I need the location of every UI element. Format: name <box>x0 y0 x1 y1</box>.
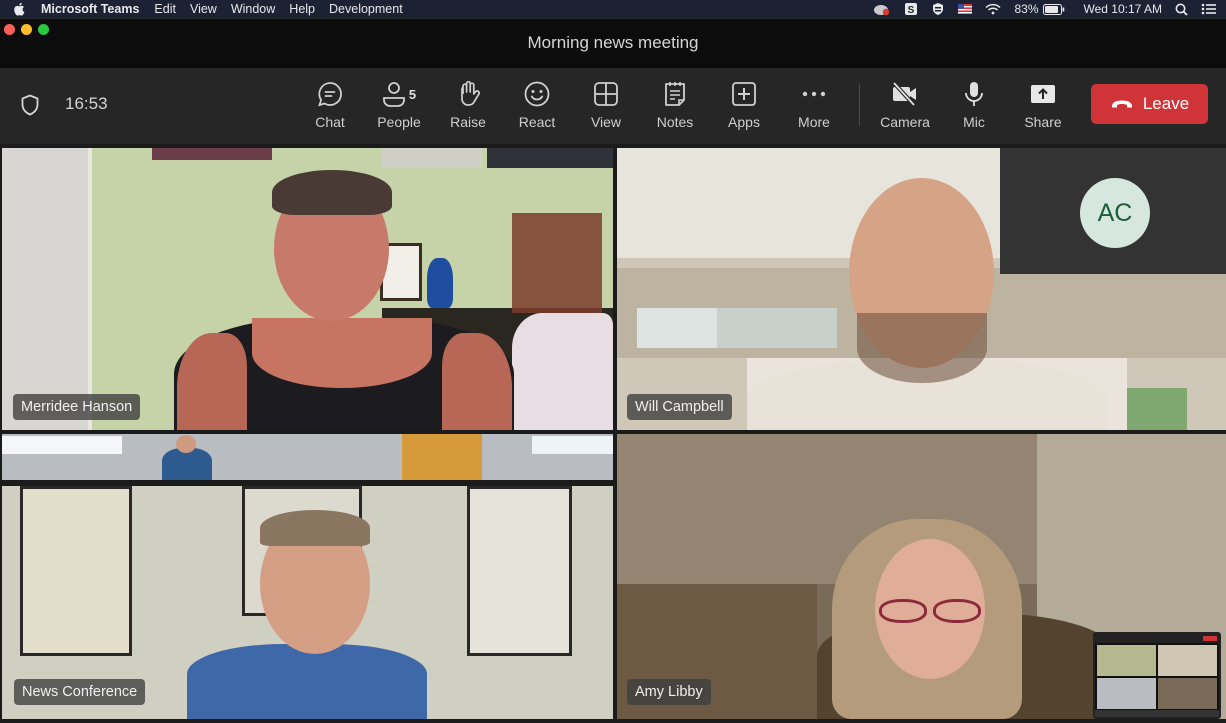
leave-button[interactable]: Leave <box>1091 84 1208 124</box>
camera-label: Camera <box>880 114 930 130</box>
self-avatar: AC <box>1080 178 1150 248</box>
smiley-icon <box>523 78 551 110</box>
video-stage: Merridee Hanson Will Campbell AC News Co… <box>0 144 1226 723</box>
people-count-badge: 5 <box>408 86 417 102</box>
s-app-icon[interactable]: S <box>904 2 918 16</box>
chat-icon <box>316 78 344 110</box>
share-screen-icon <box>1029 78 1057 110</box>
apps-button[interactable]: Apps <box>711 78 777 134</box>
video-tile-news-conference[interactable]: News Conference <box>2 434 613 719</box>
us-flag-icon[interactable] <box>958 4 973 14</box>
battery-icon <box>1042 3 1064 15</box>
notes-icon <box>663 78 687 110</box>
microphone-icon <box>963 78 985 110</box>
apple-logo-icon[interactable] <box>13 2 27 16</box>
door <box>2 148 90 430</box>
shield-icon[interactable] <box>20 94 40 121</box>
people-button[interactable]: 5 People <box>366 78 432 134</box>
view-label: View <box>590 114 622 130</box>
plus-square-icon <box>731 78 757 110</box>
menu-development[interactable]: Development <box>329 2 403 16</box>
view-button[interactable]: View <box>573 78 639 134</box>
battery-percent: 83% <box>1014 2 1039 16</box>
apps-label: Apps <box>728 114 760 130</box>
participant-name-tag: Will Campbell <box>627 394 732 420</box>
grid-icon <box>593 78 619 110</box>
video-tile-merridee-hanson[interactable]: Merridee Hanson <box>2 148 613 430</box>
control-center-icon[interactable] <box>1201 3 1216 15</box>
toolbar-divider <box>859 84 860 126</box>
creative-cloud-icon[interactable] <box>873 2 891 16</box>
menubar-clock[interactable]: Wed 10:17 AM <box>1084 2 1163 16</box>
meeting-title: Morning news meeting <box>527 33 699 52</box>
hand-icon <box>455 78 481 110</box>
menu-window[interactable]: Window <box>231 2 275 16</box>
menu-view[interactable]: View <box>190 2 217 16</box>
chat-button[interactable]: Chat <box>297 78 363 134</box>
react-button[interactable]: React <box>504 78 570 134</box>
svg-text:S: S <box>908 5 915 16</box>
more-button[interactable]: More <box>781 78 847 134</box>
menu-help[interactable]: Help <box>289 2 315 16</box>
share-button[interactable]: Share <box>1010 78 1076 134</box>
meeting-timer: 16:53 <box>65 94 108 113</box>
battery-status[interactable]: 83% <box>1014 2 1064 16</box>
notes-label: Notes <box>656 114 694 130</box>
ellipsis-icon <box>801 78 827 110</box>
macos-menu-bar: Microsoft Teams Edit View Window Help De… <box>0 0 1226 18</box>
react-label: React <box>518 114 556 130</box>
hang-up-icon <box>1111 100 1132 108</box>
mic-label: Mic <box>963 114 985 130</box>
raise-hand-button[interactable]: Raise <box>435 78 501 134</box>
participant-name-tag: Merridee Hanson <box>13 394 141 420</box>
raise-label: Raise <box>450 114 486 130</box>
participant-name-tag: Amy Libby <box>627 679 711 705</box>
leave-label: Leave <box>1142 94 1190 113</box>
chat-label: Chat <box>315 114 345 130</box>
window-title-bar: Morning news meeting <box>0 18 1226 68</box>
more-label: More <box>798 114 830 130</box>
meeting-toolbar: 16:53 Chat 5 People Raise React View Not… <box>0 68 1226 144</box>
menu-app-name[interactable]: Microsoft Teams <box>41 2 139 16</box>
wifi-icon[interactable] <box>985 3 1001 15</box>
spotlight-search-icon[interactable] <box>1175 3 1188 16</box>
people-label: People <box>377 114 421 130</box>
people-icon <box>382 82 405 107</box>
camera-off-icon <box>890 78 920 110</box>
shield-app-icon[interactable] <box>931 2 945 16</box>
share-label: Share <box>1024 114 1062 130</box>
camera-button[interactable]: Camera <box>872 78 938 134</box>
mic-button[interactable]: Mic <box>941 78 1007 134</box>
meeting-preview-thumbnail[interactable] <box>1093 632 1221 719</box>
notes-button[interactable]: Notes <box>642 78 708 134</box>
self-view-tile[interactable]: AC <box>1000 148 1226 274</box>
participant-name-tag: News Conference <box>14 679 146 705</box>
menu-edit[interactable]: Edit <box>154 2 176 16</box>
